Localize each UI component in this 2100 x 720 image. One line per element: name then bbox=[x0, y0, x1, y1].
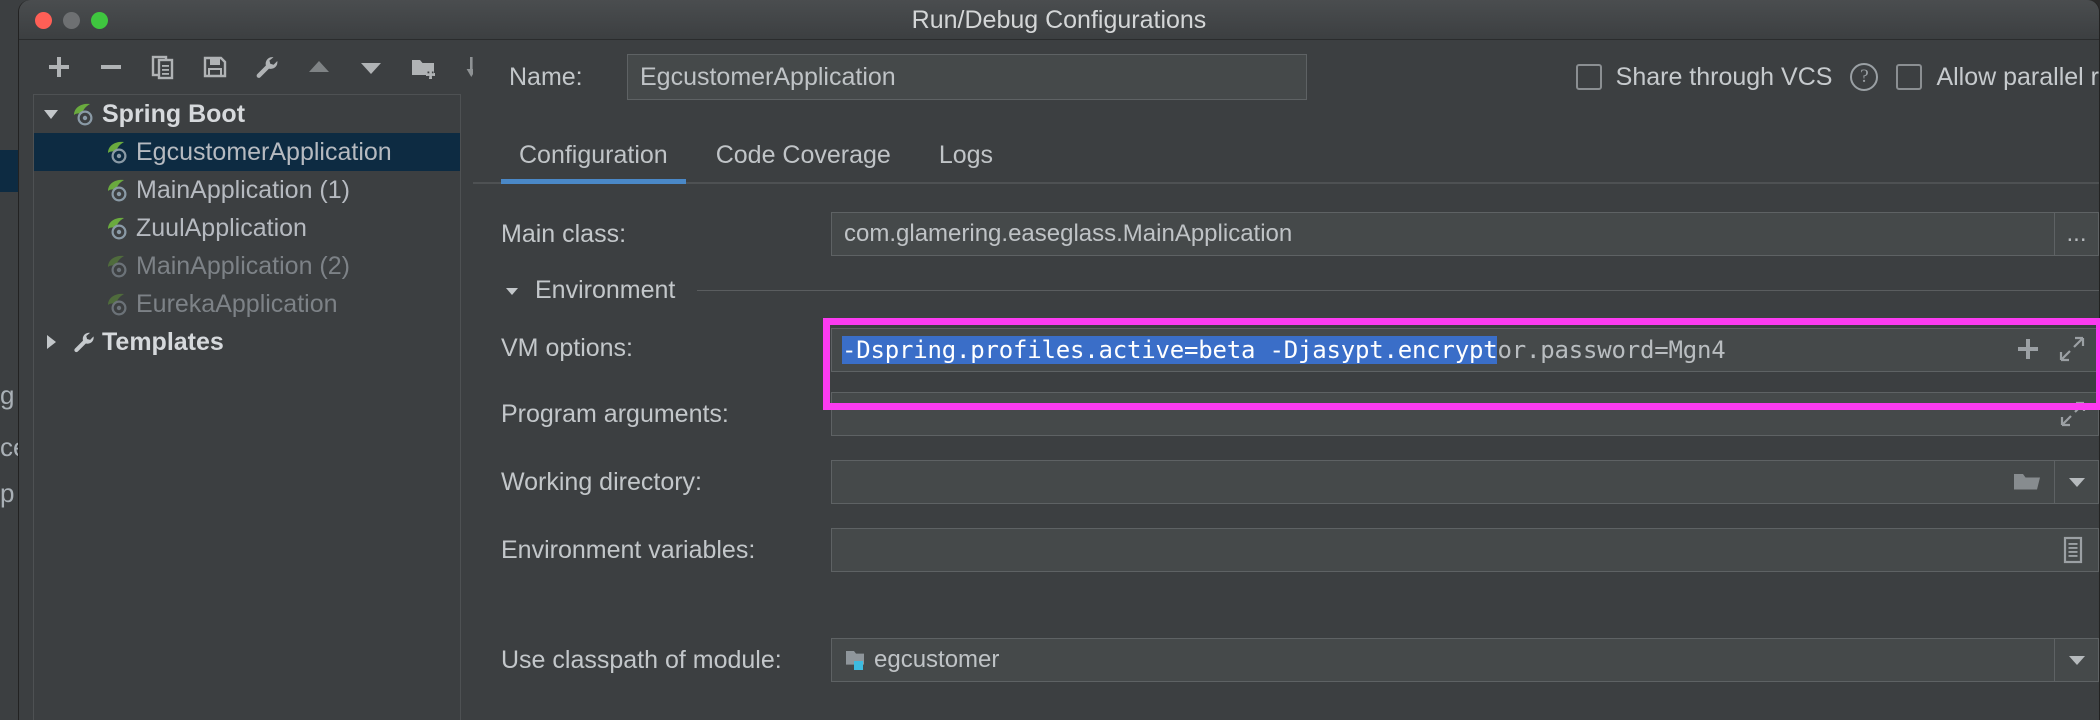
add-configuration-button[interactable] bbox=[45, 50, 73, 84]
share-through-vcs-label: Share through VCS bbox=[1615, 62, 1833, 91]
configurations-tree[interactable]: Spring Boot EgcustomerApplication MainAp… bbox=[33, 94, 461, 720]
wrench-icon bbox=[68, 329, 100, 355]
spring-boot-icon bbox=[102, 139, 134, 165]
tree-row-zuulapplication[interactable]: ZuulApplication bbox=[34, 209, 460, 247]
environment-section-divider bbox=[697, 290, 2099, 291]
save-configuration-button[interactable] bbox=[201, 50, 229, 84]
tree-row-egcustomerapplication[interactable]: EgcustomerApplication bbox=[34, 133, 460, 171]
expand-icon[interactable] bbox=[2059, 336, 2085, 362]
vm-options-icons bbox=[2015, 336, 2085, 362]
program-arguments-label: Program arguments: bbox=[501, 399, 729, 428]
tree-row-label: EgcustomerApplication bbox=[136, 137, 392, 166]
configurations-toolbar: a z bbox=[19, 40, 487, 94]
help-icon[interactable]: ? bbox=[1850, 63, 1879, 91]
background-text-fragment-1: g bbox=[0, 380, 15, 410]
main-class-row: Main class: com.glamering.easeglass.Main… bbox=[473, 212, 2099, 256]
expand-icon[interactable] bbox=[2060, 401, 2086, 427]
program-arguments-row: Program arguments: bbox=[473, 392, 2099, 436]
vm-options-label: VM options: bbox=[501, 334, 634, 362]
move-down-button[interactable] bbox=[357, 50, 385, 84]
options-checkbox-group: Share through VCS ? Allow parallel r bbox=[1575, 48, 2099, 106]
tree-row-label: Spring Boot bbox=[102, 99, 246, 128]
folder-icon[interactable] bbox=[2012, 469, 2042, 495]
tab-logs[interactable]: Logs bbox=[921, 141, 1011, 182]
environment-collapse-icon[interactable] bbox=[501, 281, 523, 301]
main-class-input[interactable]: com.glamering.easeglass.MainApplication bbox=[831, 212, 2055, 256]
main-class-label: Main class: bbox=[501, 219, 627, 248]
tree-row-label: ZuulApplication bbox=[136, 213, 307, 242]
program-arguments-input[interactable] bbox=[831, 392, 2099, 436]
use-classpath-row: Use classpath of module: egcustomer bbox=[473, 638, 2099, 682]
allow-parallel-run-checkbox[interactable]: Allow parallel r bbox=[1896, 63, 2099, 92]
share-through-vcs-checkbox[interactable]: Share through VCS bbox=[1575, 62, 1833, 92]
tree-row-label: Templates bbox=[102, 327, 224, 356]
background-text-fragment-3: p bbox=[0, 478, 15, 508]
spring-boot-icon bbox=[102, 291, 134, 317]
plus-icon[interactable] bbox=[2015, 336, 2041, 362]
chevron-right-icon[interactable] bbox=[34, 332, 68, 352]
remove-configuration-button[interactable] bbox=[97, 50, 125, 84]
copy-configuration-button[interactable] bbox=[149, 50, 177, 84]
name-label: Name: bbox=[509, 62, 583, 91]
edit-templates-button[interactable] bbox=[253, 50, 281, 84]
configurations-left-panel: a z Spring Boot EgcustomerApplication Ma… bbox=[19, 40, 487, 720]
spring-boot-icon bbox=[102, 253, 134, 279]
editor-tabs: Configuration Code Coverage Logs bbox=[473, 126, 2099, 184]
use-classpath-value: egcustomer bbox=[874, 646, 1000, 673]
chevron-down-icon[interactable] bbox=[34, 104, 68, 124]
working-directory-row: Working directory: bbox=[473, 460, 2099, 504]
tree-row-templates[interactable]: Templates bbox=[34, 323, 460, 361]
tree-row-spring-boot[interactable]: Spring Boot bbox=[34, 95, 460, 133]
window-titlebar: Run/Debug Configurations bbox=[19, 0, 2099, 40]
allow-parallel-run-label: Allow parallel r bbox=[1936, 62, 2099, 91]
new-folder-button[interactable] bbox=[409, 50, 439, 84]
list-icon[interactable] bbox=[2060, 536, 2086, 564]
tree-row-label: EurekaApplication bbox=[136, 289, 338, 318]
environment-variables-input[interactable] bbox=[831, 528, 2099, 572]
vm-options-selected-text: -Dspring.profiles.active=beta -Djasypt.e… bbox=[842, 336, 1498, 364]
allow-parallel-run-box[interactable] bbox=[1896, 64, 1923, 90]
vm-options-input[interactable]: -Dspring.profiles.active=beta -Djasypt.e… bbox=[831, 328, 2099, 372]
tab-configuration[interactable]: Configuration bbox=[501, 141, 686, 184]
tab-code-coverage[interactable]: Code Coverage bbox=[698, 141, 909, 182]
working-directory-dropdown-button[interactable] bbox=[2055, 460, 2099, 504]
spring-boot-icon bbox=[102, 177, 134, 203]
working-directory-label: Working directory: bbox=[501, 467, 702, 496]
tree-row-label: MainApplication (1) bbox=[136, 175, 350, 204]
move-up-button[interactable] bbox=[305, 50, 333, 84]
window-title: Run/Debug Configurations bbox=[911, 5, 1207, 34]
use-classpath-dropdown-button[interactable] bbox=[2055, 638, 2099, 682]
run-debug-configurations-window: Run/Debug Configurations Spring Boot Egc… bbox=[18, 0, 2100, 720]
environment-section-header[interactable]: Environment bbox=[473, 276, 2099, 305]
environment-variables-row: Environment variables: bbox=[473, 528, 2099, 572]
vm-options-trailing-text: or.password=Mgn4 bbox=[1497, 336, 1726, 364]
environment-variables-label: Environment variables: bbox=[501, 535, 756, 564]
use-classpath-input[interactable]: egcustomer bbox=[831, 638, 2055, 682]
main-class-browse-button[interactable]: ... bbox=[2055, 212, 2099, 256]
spring-boot-icon bbox=[68, 101, 100, 127]
use-classpath-label: Use classpath of module: bbox=[501, 645, 782, 674]
spring-boot-icon bbox=[102, 215, 134, 241]
share-through-vcs-box[interactable] bbox=[1575, 64, 1602, 90]
vm-options-row: VM options: -Dspring.profiles.active=bet… bbox=[473, 320, 2099, 380]
module-icon bbox=[844, 647, 874, 673]
tree-row-mainapplication-2[interactable]: MainApplication (2) bbox=[34, 247, 460, 285]
working-directory-input[interactable] bbox=[831, 460, 2055, 504]
name-input[interactable]: EgcustomerApplication bbox=[627, 54, 1307, 100]
configuration-editor-panel: Name: EgcustomerApplication Share throug… bbox=[473, 40, 2100, 720]
tree-row-mainapplication-1[interactable]: MainApplication (1) bbox=[34, 171, 460, 209]
tree-row-label: MainApplication (2) bbox=[136, 251, 350, 280]
vm-options-text: -Dspring.profiles.active=beta -Djasypt.e… bbox=[832, 336, 1726, 364]
environment-section-label: Environment bbox=[535, 276, 676, 304]
tree-row-eurekaapplication[interactable]: EurekaApplication bbox=[34, 285, 460, 323]
